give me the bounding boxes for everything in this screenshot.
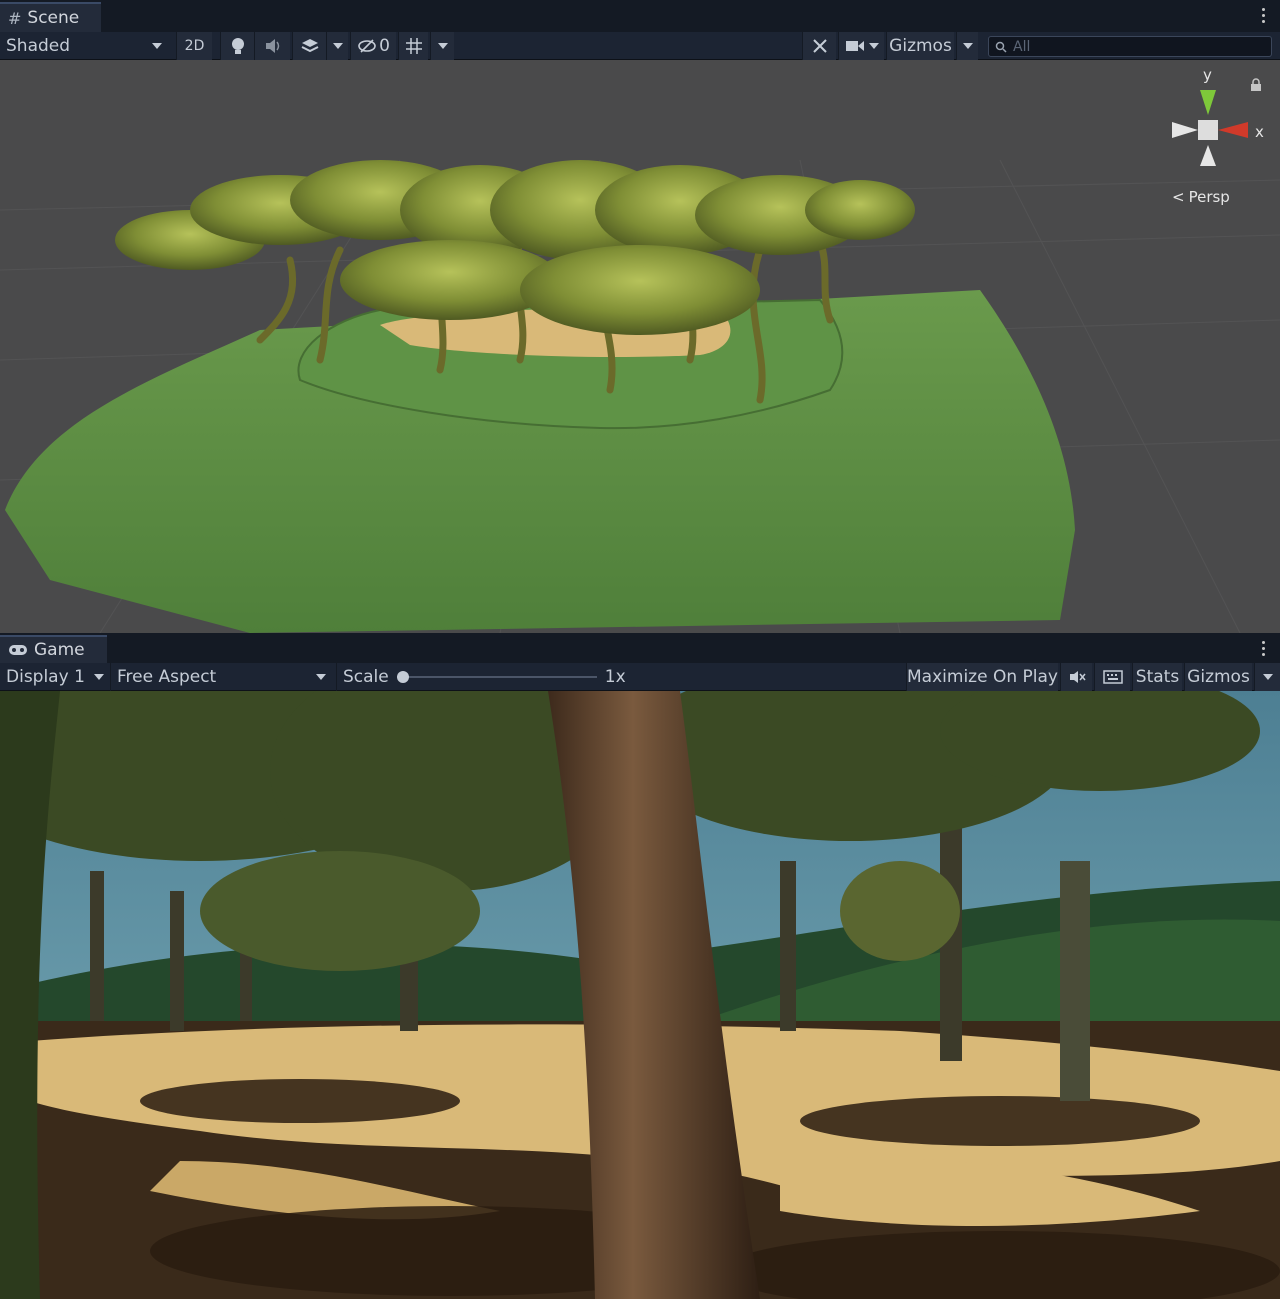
scale-label: Scale xyxy=(343,667,389,687)
game-render xyxy=(0,691,1280,1299)
scene-gizmos-dropdown[interactable] xyxy=(956,32,978,60)
chevron-down-icon xyxy=(437,43,448,49)
game-gizmos-dropdown[interactable] xyxy=(1254,663,1280,691)
y-axis-cone[interactable] xyxy=(1200,90,1216,115)
game-gizmos-button[interactable]: Gizmos xyxy=(1184,663,1252,691)
kebab-menu-icon[interactable] xyxy=(1262,8,1266,24)
lightbulb-icon xyxy=(231,38,244,54)
grid-icon xyxy=(405,38,422,54)
neg-x-axis-cone[interactable] xyxy=(1172,122,1198,138)
x-axis-cone[interactable] xyxy=(1218,122,1248,138)
speaker-icon xyxy=(265,39,279,53)
game-tab-label: Game xyxy=(34,640,85,660)
grid-toggle[interactable] xyxy=(398,32,428,60)
chevron-down-icon xyxy=(152,43,162,49)
grid-dropdown[interactable] xyxy=(430,32,454,60)
neg-y-axis-cone[interactable] xyxy=(1200,145,1216,166)
x-axis-label: x xyxy=(1255,123,1264,141)
mute-audio-button[interactable] xyxy=(1060,663,1092,691)
camera-icon xyxy=(845,41,864,51)
camera-settings-button[interactable] xyxy=(838,32,884,60)
scene-toolbar: Shaded 2D 0 Gizmos All xyxy=(0,32,1280,60)
search-placeholder: All xyxy=(1013,38,1031,55)
mute-icon xyxy=(1069,671,1086,683)
maximize-on-play-button[interactable]: Maximize On Play xyxy=(906,663,1058,691)
chevron-down-icon xyxy=(94,674,104,680)
scene-tab[interactable]: # Scene xyxy=(0,2,102,32)
eye-slash-icon xyxy=(358,39,376,53)
keyboard-icon xyxy=(1102,670,1123,684)
shading-mode-dropdown[interactable]: Shaded xyxy=(0,32,170,60)
game-tab-strip: Game xyxy=(0,633,1280,663)
scene-viewport[interactable]: y x < Persp xyxy=(0,60,1280,633)
game-viewport[interactable] xyxy=(0,691,1280,1299)
tools-button[interactable] xyxy=(802,32,836,60)
kebab-menu-icon[interactable] xyxy=(1262,641,1266,657)
aspect-label: Free Aspect xyxy=(117,667,217,687)
hidden-count: 0 xyxy=(379,36,390,56)
chevron-down-icon xyxy=(1262,674,1273,680)
slider-thumb[interactable] xyxy=(396,671,409,683)
toggle-2d-button[interactable]: 2D xyxy=(176,32,212,60)
projection-label: Persp xyxy=(1188,188,1230,206)
game-tab[interactable]: Game xyxy=(0,635,107,663)
scale-slider[interactable] xyxy=(396,671,597,683)
chevron-down-icon xyxy=(316,674,326,680)
lock-icon[interactable] xyxy=(1250,78,1262,92)
display-label: Display 1 xyxy=(6,667,85,687)
audio-toggle[interactable] xyxy=(254,32,290,60)
layers-icon xyxy=(301,39,318,53)
scene-search-input[interactable]: All xyxy=(988,36,1272,57)
lighting-toggle[interactable] xyxy=(220,32,254,60)
display-dropdown[interactable]: Display 1 xyxy=(0,663,110,691)
shading-mode-label: Shaded xyxy=(6,36,71,56)
chevron-down-icon xyxy=(962,43,973,49)
scene-visibility-toggle[interactable]: 0 xyxy=(350,32,396,60)
chevron-left-icon: < xyxy=(1172,188,1185,206)
maximize-on-play-label: Maximize On Play xyxy=(907,667,1058,687)
scale-value: 1x xyxy=(604,667,626,687)
scene-tab-strip: # Scene xyxy=(0,0,1280,32)
scene-gizmos-button[interactable]: Gizmos xyxy=(886,32,954,60)
stats-label: Stats xyxy=(1135,667,1180,687)
aspect-dropdown[interactable]: Free Aspect xyxy=(110,663,332,691)
toggle-2d-label: 2D xyxy=(184,38,205,54)
center-cube[interactable] xyxy=(1198,120,1218,140)
search-icon xyxy=(995,41,1007,53)
effects-toggle[interactable] xyxy=(292,32,326,60)
tools-icon xyxy=(812,39,827,53)
shortcuts-button[interactable] xyxy=(1094,663,1130,691)
slider-track xyxy=(396,676,597,678)
hash-icon: # xyxy=(8,8,22,28)
y-axis-label: y xyxy=(1203,66,1212,84)
scale-control: Scale 1x xyxy=(336,663,636,691)
game-toolbar: Display 1 Free Aspect Scale 1x Maximize … xyxy=(0,663,1280,691)
chevron-down-icon xyxy=(868,43,879,49)
projection-toggle[interactable]: < Persp xyxy=(1172,188,1230,206)
scene-render xyxy=(0,159,1280,633)
stats-button[interactable]: Stats xyxy=(1132,663,1182,691)
scene-gizmos-label: Gizmos xyxy=(889,36,952,56)
scene-tab-label: Scene xyxy=(27,8,80,28)
gamepad-icon xyxy=(9,645,27,655)
chevron-down-icon xyxy=(332,43,343,49)
game-gizmos-label: Gizmos xyxy=(1187,667,1250,687)
effects-dropdown[interactable] xyxy=(326,32,348,60)
